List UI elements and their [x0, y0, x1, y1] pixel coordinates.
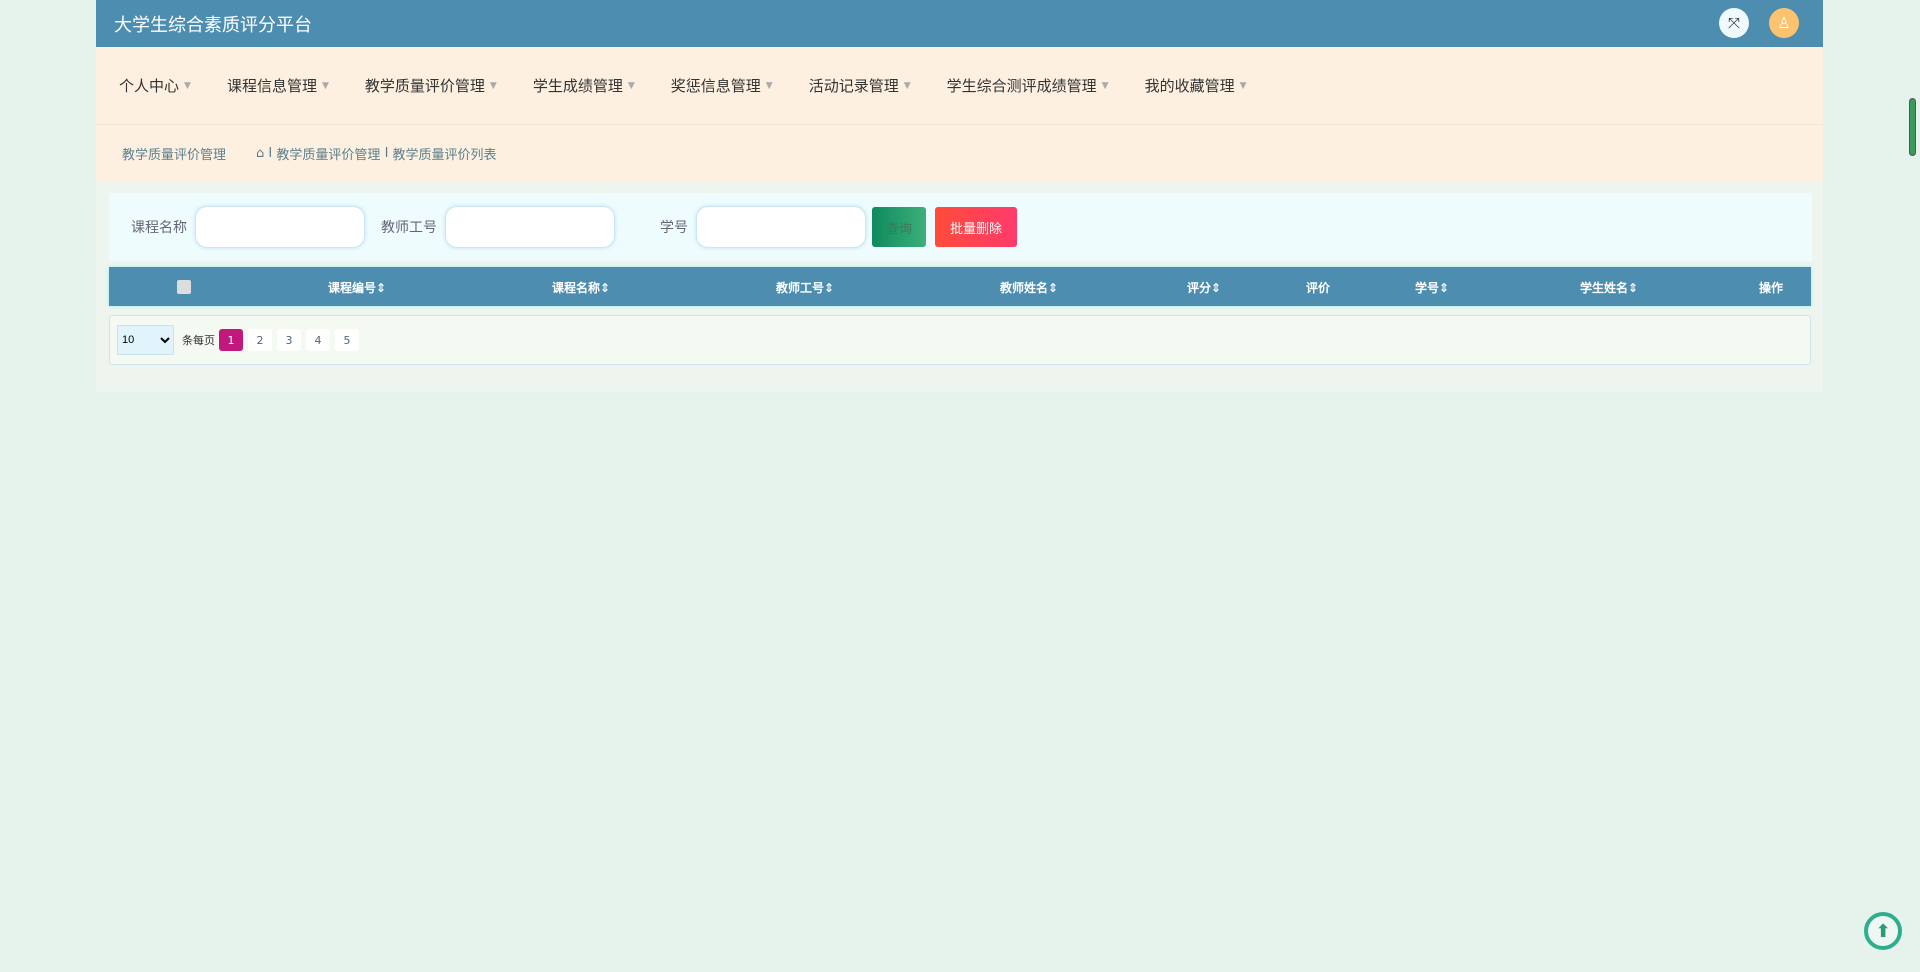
page-size-label: 条每页	[182, 334, 215, 347]
batch-delete-button[interactable]: 批量删除	[935, 207, 1017, 247]
nav-label: 我的收藏管理	[1144, 77, 1235, 95]
caret-down-icon: ▼	[903, 80, 911, 91]
caret-down-icon: ▼	[489, 80, 497, 91]
sort-icon: ⇕	[375, 281, 387, 295]
page-5[interactable]: 5	[335, 329, 359, 351]
caret-down-icon: ▼	[321, 80, 329, 91]
teacher-id-label: 教师工号	[381, 220, 437, 236]
caret-down-icon: ▼	[627, 80, 635, 91]
breadcrumb-current: 教学质量评价列表	[392, 147, 497, 163]
col-student-id[interactable]: 学号⇕	[1415, 279, 1449, 296]
table-header: 课程编号⇕ 课程名称⇕ 教师工号⇕ 教师姓名⇕ 评分⇕ 评价 学号⇕ 学生姓名⇕…	[109, 267, 1811, 306]
select-all-checkbox[interactable]	[177, 280, 191, 294]
fullscreen-button[interactable]: ⤧	[1719, 8, 1749, 38]
teacher-id-input[interactable]	[445, 206, 615, 248]
nav-label: 教学质量评价管理	[364, 77, 485, 95]
main-nav: 个人中心 ▼ 课程信息管理 ▼ 教学质量评价管理 ▼ 学生成绩管理 ▼ 奖惩信息管理 ▼ …	[96, 47, 1823, 125]
sort-icon: ⇕	[599, 281, 611, 295]
page-4[interactable]: 4	[306, 329, 330, 351]
student-id-label: 学号	[660, 220, 688, 236]
nav-label: 学生综合测评成绩管理	[946, 77, 1097, 95]
query-button[interactable]: 查询	[872, 207, 926, 247]
page-3[interactable]: 3	[277, 329, 301, 351]
avatar-button[interactable]: ♙	[1769, 8, 1799, 38]
nav-label: 个人中心	[119, 77, 180, 95]
sort-icon: ⇕	[1438, 281, 1450, 295]
user-icon: ♙	[1777, 14, 1791, 32]
expand-icon: ⤧	[1727, 14, 1740, 32]
page-size-select[interactable]: 10	[117, 325, 174, 355]
caret-down-icon: ▼	[1239, 80, 1247, 91]
nav-label: 课程信息管理	[226, 77, 317, 95]
col-comment: 评价	[1305, 281, 1331, 295]
nav-teaching-eval[interactable]: 教学质量评价管理 ▼	[365, 75, 497, 96]
separator: I	[268, 145, 273, 161]
page-1[interactable]: 1	[219, 329, 243, 351]
col-teacher-name[interactable]: 教师姓名⇕	[1000, 279, 1058, 296]
nav-label: 活动记录管理	[808, 77, 899, 95]
page-2[interactable]: 2	[248, 329, 272, 351]
col-actions: 操作	[1758, 281, 1784, 295]
nav-comprehensive[interactable]: 学生综合测评成绩管理 ▼	[947, 75, 1109, 96]
nav-student-grades[interactable]: 学生成绩管理 ▼	[533, 75, 635, 96]
col-course-no[interactable]: 课程编号⇕	[328, 279, 386, 296]
pagination: 10 条每页 1 2 3 4 5	[109, 315, 1811, 365]
page-title: 教学质量评价管理	[122, 147, 227, 163]
home-icon[interactable]: ⌂	[256, 146, 264, 161]
main-container: 大学生综合素质评分平台 ⤧ ♙ 个人中心 ▼ 课程信息管理 ▼ 教学质量评价管理 ▼ …	[96, 0, 1823, 392]
sort-icon: ⇕	[1210, 281, 1222, 295]
app-title: 大学生综合素质评分平台	[114, 14, 312, 36]
sort-icon: ⇕	[1047, 281, 1059, 295]
caret-down-icon: ▼	[765, 80, 773, 91]
top-bar: 大学生综合素质评分平台 ⤧ ♙	[96, 0, 1823, 47]
back-to-top-button[interactable]: ⬆	[1864, 912, 1902, 950]
col-teacher-id[interactable]: 教师工号⇕	[776, 279, 834, 296]
scrollbar[interactable]	[1909, 98, 1916, 156]
nav-label: 学生成绩管理	[532, 77, 623, 95]
col-score[interactable]: 评分⇕	[1187, 279, 1221, 296]
caret-down-icon: ▼	[1101, 80, 1109, 91]
caret-down-icon: ▼	[184, 80, 191, 91]
nav-personal-center[interactable]: 个人中心 ▼	[119, 75, 191, 96]
col-student-name[interactable]: 学生姓名⇕	[1580, 279, 1638, 296]
col-course-name[interactable]: 课程名称⇕	[552, 279, 610, 296]
sort-icon: ⇕	[1627, 281, 1639, 295]
nav-activities[interactable]: 活动记录管理 ▼	[809, 75, 911, 96]
student-id-input[interactable]	[696, 206, 866, 248]
nav-course-info[interactable]: 课程信息管理 ▼	[227, 75, 329, 96]
search-bar: 课程名称 教师工号 学号 查询 批量删除	[109, 193, 1812, 261]
nav-label: 奖惩信息管理	[670, 77, 761, 95]
separator: I	[384, 145, 389, 161]
course-name-input[interactable]	[195, 206, 365, 248]
course-name-label: 课程名称	[131, 220, 187, 236]
breadcrumb: 教学质量评价管理 ⌂ I 教学质量评价管理 I 教学质量评价列表	[96, 125, 1823, 181]
nav-favorites[interactable]: 我的收藏管理 ▼	[1145, 75, 1247, 96]
nav-rewards[interactable]: 奖惩信息管理 ▼	[671, 75, 773, 96]
breadcrumb-link[interactable]: 教学质量评价管理	[276, 144, 380, 163]
arrow-up-icon: ⬆	[1875, 920, 1891, 942]
sort-icon: ⇕	[823, 281, 835, 295]
